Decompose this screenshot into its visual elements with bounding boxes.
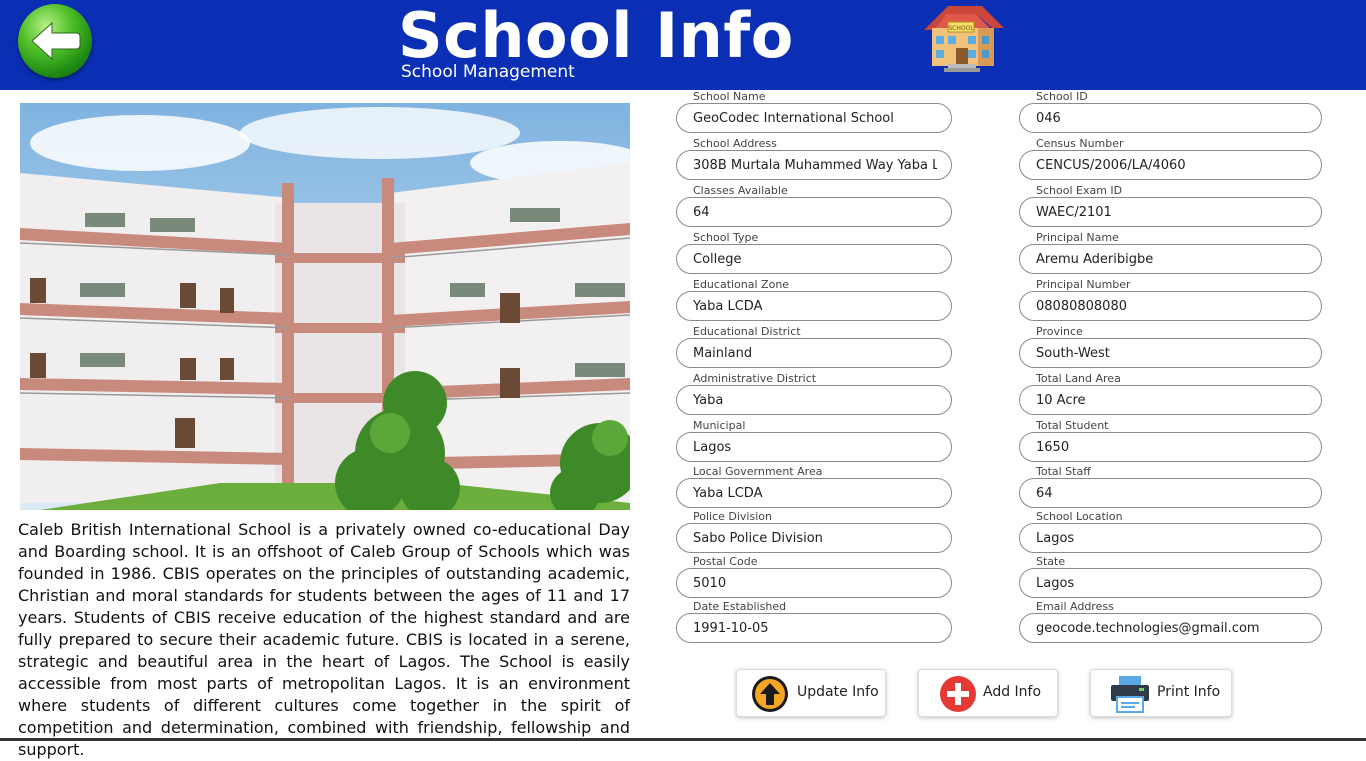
- police-division-field: Police Division: [676, 510, 952, 561]
- school-location-field: School Location: [1019, 510, 1322, 561]
- total-student-label: Total Student: [1036, 419, 1109, 432]
- principal-number-field: Principal Number: [1019, 278, 1322, 329]
- school-address-label: School Address: [693, 137, 777, 150]
- local-government-area-label: Local Government Area: [693, 465, 823, 478]
- page-subtitle: School Management: [401, 62, 575, 82]
- add-info-label: Add Info: [983, 684, 1042, 700]
- administrative-district-field: Administrative District: [676, 372, 952, 423]
- local-government-area-field: Local Government Area: [676, 465, 952, 516]
- date-established-input[interactable]: [676, 613, 952, 643]
- principal-number-input[interactable]: [1019, 291, 1322, 321]
- school-description: Caleb British International School is a …: [18, 520, 630, 759]
- province-input[interactable]: [1019, 338, 1322, 368]
- school-exam-id-field: School Exam ID: [1019, 184, 1322, 235]
- back-arrow-icon: [31, 21, 81, 61]
- plus-icon: [940, 676, 976, 712]
- classes-available-input[interactable]: [676, 197, 952, 227]
- educational-district-field: Educational District: [676, 325, 952, 376]
- upload-arrow-icon: [752, 676, 788, 712]
- svg-text:SCHOOL: SCHOOL: [948, 25, 974, 32]
- census-number-label: Census Number: [1036, 137, 1124, 150]
- province-label: Province: [1036, 325, 1083, 338]
- school-id-field: School ID: [1019, 90, 1322, 141]
- printer-icon: [1111, 676, 1149, 713]
- municipal-input[interactable]: [676, 432, 952, 462]
- educational-zone-input[interactable]: [676, 291, 952, 321]
- classes-available-label: Classes Available: [693, 184, 788, 197]
- state-input[interactable]: [1019, 568, 1322, 598]
- print-info-button[interactable]: Print Info: [1090, 669, 1232, 717]
- police-division-label: Police Division: [693, 510, 772, 523]
- classes-available-field: Classes Available: [676, 184, 952, 235]
- school-address-field: School Address: [676, 137, 952, 188]
- educational-zone-label: Educational Zone: [693, 278, 790, 291]
- school-type-field: School Type: [676, 231, 952, 282]
- update-info-label: Update Info: [797, 684, 879, 700]
- add-info-button[interactable]: Add Info: [918, 669, 1058, 717]
- province-field: Province: [1019, 325, 1322, 376]
- total-staff-field: Total Staff: [1019, 465, 1322, 516]
- municipal-label: Municipal: [693, 419, 746, 432]
- total-student-input[interactable]: [1019, 432, 1322, 462]
- census-number-input[interactable]: [1019, 150, 1322, 180]
- school-building-icon: SCHOOL: [924, 6, 1004, 72]
- postal-code-input[interactable]: [676, 568, 952, 598]
- email-address-label: Email Address: [1036, 600, 1114, 613]
- date-established-label: Date Established: [693, 600, 787, 613]
- state-field: State: [1019, 555, 1322, 606]
- school-type-input[interactable]: [676, 244, 952, 274]
- postal-code-label: Postal Code: [693, 555, 758, 568]
- local-government-area-input[interactable]: [676, 478, 952, 508]
- email-address-field: Email Address: [1019, 600, 1322, 651]
- educational-zone-field: Educational Zone: [676, 278, 952, 329]
- school-name-label: School Name: [693, 90, 766, 103]
- total-land-area-input[interactable]: [1019, 385, 1322, 415]
- school-address-input[interactable]: [676, 150, 952, 180]
- date-established-field: Date Established: [676, 600, 952, 651]
- administrative-district-input[interactable]: [676, 385, 952, 415]
- school-exam-id-label: School Exam ID: [1036, 184, 1123, 197]
- principal-number-label: Principal Number: [1036, 278, 1131, 291]
- school-name-field: School Name: [676, 90, 952, 141]
- update-info-button[interactable]: Update Info: [736, 669, 886, 717]
- school-exam-id-input[interactable]: [1019, 197, 1322, 227]
- administrative-district-label: Administrative District: [693, 372, 817, 385]
- header-bar: School Info School Management SCHOOL: [0, 0, 1366, 90]
- school-name-input[interactable]: [676, 103, 952, 133]
- principal-name-input[interactable]: [1019, 244, 1322, 274]
- educational-district-input[interactable]: [676, 338, 952, 368]
- total-staff-input[interactable]: [1019, 478, 1322, 508]
- principal-name-label: Principal Name: [1036, 231, 1119, 244]
- principal-name-field: Principal Name: [1019, 231, 1322, 282]
- total-land-area-label: Total Land Area: [1036, 372, 1121, 385]
- municipal-field: Municipal: [676, 419, 952, 470]
- school-id-input[interactable]: [1019, 103, 1322, 133]
- census-number-field: Census Number: [1019, 137, 1322, 188]
- school-photo: [20, 103, 630, 510]
- postal-code-field: Postal Code: [676, 555, 952, 606]
- back-button[interactable]: [18, 4, 92, 78]
- total-staff-label: Total Staff: [1036, 465, 1091, 478]
- total-land-area-field: Total Land Area: [1019, 372, 1322, 423]
- print-info-label: Print Info: [1157, 684, 1221, 700]
- school-type-label: School Type: [693, 231, 759, 244]
- educational-district-label: Educational District: [693, 325, 801, 338]
- total-student-field: Total Student: [1019, 419, 1322, 470]
- school-location-input[interactable]: [1019, 523, 1322, 553]
- school-id-label: School ID: [1036, 90, 1088, 103]
- state-label: State: [1036, 555, 1066, 568]
- email-address-input[interactable]: [1019, 613, 1322, 643]
- police-division-input[interactable]: [676, 523, 952, 553]
- school-location-label: School Location: [1036, 510, 1123, 523]
